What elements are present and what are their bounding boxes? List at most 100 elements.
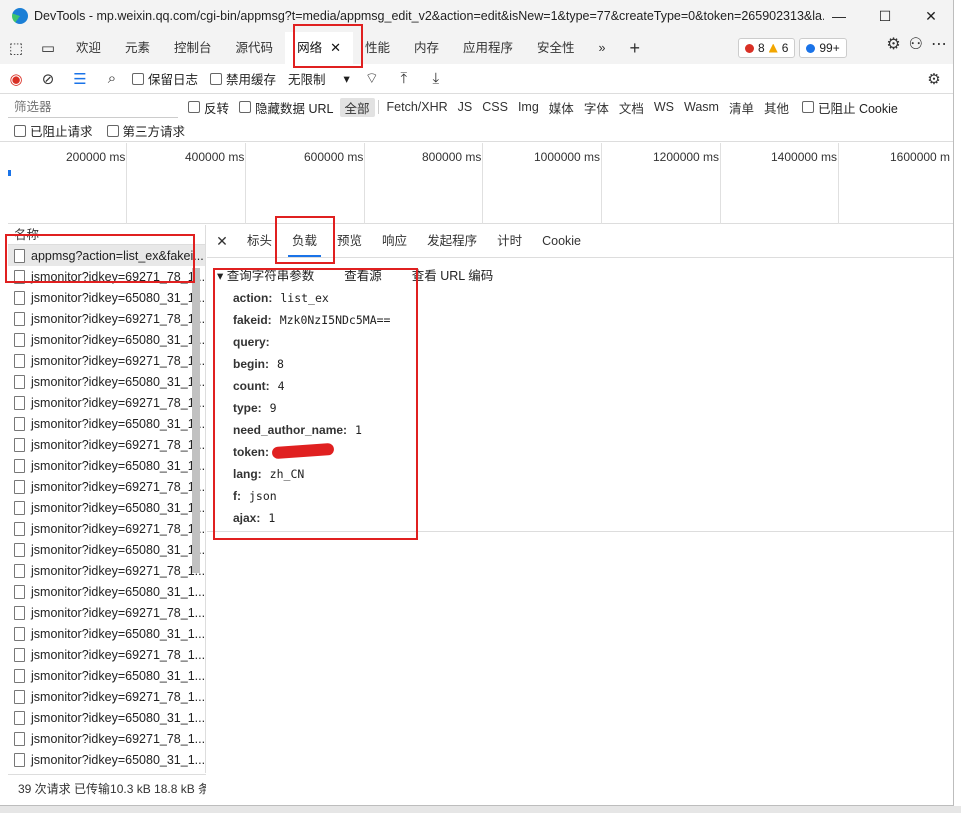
hide-data-url-label: 隐藏数据 URL <box>255 101 334 116</box>
filter-type-js[interactable]: JS <box>453 100 478 114</box>
checkbox-icon <box>210 72 223 85</box>
filter-type-font[interactable]: 字体 <box>579 98 614 117</box>
add-tab-icon[interactable]: + <box>618 32 653 64</box>
maximize-button[interactable]: ☐ <box>862 0 908 32</box>
filter-icon[interactable]: ☰ <box>64 70 96 88</box>
close-window-button[interactable]: ✕ <box>908 0 953 32</box>
request-row[interactable]: jsmonitor?idkey=65080_31_1... <box>8 581 205 602</box>
request-row[interactable]: jsmonitor?idkey=69271_78_1... <box>8 392 205 413</box>
window-controls: — ☐ ✕ <box>816 0 953 32</box>
file-icon <box>14 416 25 431</box>
tab-security[interactable]: 安全性 <box>525 32 587 64</box>
import-icon[interactable]: ⤒ <box>388 70 420 87</box>
filter-type-other[interactable]: 其他 <box>759 98 794 117</box>
invert-checkbox[interactable]: 反转 <box>188 98 229 117</box>
tab-cookies[interactable]: Cookie <box>532 225 591 258</box>
view-url-encoded-link[interactable]: 查看 URL 编码 <box>412 265 494 284</box>
request-row[interactable]: jsmonitor?idkey=65080_31_1... <box>8 371 205 392</box>
clear-icon[interactable]: ⊘ <box>32 70 64 88</box>
request-row[interactable]: jsmonitor?idkey=69271_78_1... <box>8 686 205 707</box>
tab-sources[interactable]: 源代码 <box>224 32 286 64</box>
blocked-cookies-checkbox[interactable]: 已阻止 Cookie <box>801 98 898 117</box>
filter-type-wasm[interactable]: Wasm <box>679 100 724 114</box>
tab-application[interactable]: 应用程序 <box>451 32 525 64</box>
request-row[interactable]: jsmonitor?idkey=65080_31_1... <box>8 539 205 560</box>
message-icon <box>806 43 816 53</box>
device-toolbar-icon[interactable]: ▭ <box>32 39 64 57</box>
tab-welcome[interactable]: 欢迎 <box>64 32 113 64</box>
request-row[interactable]: jsmonitor?idkey=69271_78_1... <box>8 434 205 455</box>
disable-cache-checkbox[interactable]: 禁用缓存 <box>210 69 276 88</box>
invert-label: 反转 <box>204 101 230 116</box>
error-badge[interactable]: 86 <box>738 38 796 58</box>
filter-type-media[interactable]: 媒体 <box>544 98 579 117</box>
tab-initiator[interactable]: 发起程序 <box>417 225 487 258</box>
request-row[interactable]: jsmonitor?idkey=69271_78_1... <box>8 308 205 329</box>
request-row[interactable]: jsmonitor?idkey=65080_31_1... <box>8 623 205 644</box>
request-row[interactable]: jsmonitor?idkey=69271_78_1... <box>8 644 205 665</box>
filter-input[interactable] <box>8 96 178 118</box>
close-details-icon[interactable]: ✕ <box>207 233 237 250</box>
request-row[interactable]: jsmonitor?idkey=65080_31_1... <box>8 749 205 770</box>
request-name: jsmonitor?idkey=69271_78_1... <box>31 437 205 452</box>
search-icon[interactable]: ⌕ <box>96 70 128 87</box>
window-title: DevTools - mp.weixin.qq.com/cgi-bin/appm… <box>34 9 824 23</box>
tab-timing[interactable]: 计时 <box>487 225 532 258</box>
file-icon <box>14 605 25 620</box>
inspect-icon[interactable]: ⬚ <box>0 39 32 57</box>
settings-icon[interactable]: ⚙ <box>886 34 900 54</box>
preserve-log-checkbox[interactable]: 保留日志 <box>132 69 198 88</box>
tick-label: 1000000 ms <box>534 150 601 164</box>
tick-line <box>126 143 127 224</box>
request-row[interactable]: jsmonitor?idkey=69271_78_1... <box>8 602 205 623</box>
filter-type-doc[interactable]: 文档 <box>614 98 649 117</box>
export-icon[interactable]: ⤓ <box>420 70 452 87</box>
request-row[interactable]: jsmonitor?idkey=65080_31_1... <box>8 413 205 434</box>
request-row[interactable]: jsmonitor?idkey=65080_31_1... <box>8 287 205 308</box>
status-bar: 39 次请求 已传输10.3 kB 18.8 kB 条 <box>8 774 206 802</box>
filter-type-manifest[interactable]: 清单 <box>724 98 759 117</box>
request-row[interactable]: jsmonitor?idkey=65080_31_1... <box>8 329 205 350</box>
request-name: jsmonitor?idkey=69271_78_1... <box>31 479 205 494</box>
request-row[interactable]: jsmonitor?idkey=69271_78_1... <box>8 518 205 539</box>
tab-response[interactable]: 响应 <box>372 225 417 258</box>
request-row[interactable]: jsmonitor?idkey=65080_31_1... <box>8 665 205 686</box>
tick-label: 600000 ms <box>304 150 364 164</box>
request-row[interactable]: jsmonitor?idkey=69271_78_1... <box>8 476 205 497</box>
tab-elements[interactable]: 元素 <box>113 32 162 64</box>
more-options-icon[interactable]: ⋯ <box>931 34 947 54</box>
tab-memory[interactable]: 内存 <box>402 32 451 64</box>
filter-type-ws[interactable]: WS <box>649 100 679 114</box>
annotation-box-network-tab <box>293 24 363 68</box>
minimize-button[interactable]: — <box>816 0 862 32</box>
throttling-select[interactable]: 无限制 ▾ <box>282 68 356 90</box>
request-row[interactable]: jsmonitor?idkey=65080_31_1... <box>8 497 205 518</box>
filter-type-img[interactable]: Img <box>513 100 544 114</box>
record-icon[interactable]: ◉ <box>0 70 32 88</box>
tab-console[interactable]: 控制台 <box>162 32 224 64</box>
request-row[interactable]: jsmonitor?idkey=65080_31_1... <box>8 455 205 476</box>
file-icon <box>14 437 25 452</box>
blocked-requests-checkbox[interactable]: 已阻止请求 <box>14 121 93 140</box>
more-tabs-icon[interactable]: » <box>587 32 618 64</box>
request-row[interactable]: jsmonitor?idkey=65080_31_1... <box>8 707 205 728</box>
request-name: jsmonitor?idkey=69271_78_1... <box>31 605 205 620</box>
hide-data-url-checkbox[interactable]: 隐藏数据 URL <box>239 98 334 117</box>
messages-badge[interactable]: 99+ <box>799 38 847 58</box>
request-row[interactable]: jsmonitor?idkey=69271_78_1... <box>8 350 205 371</box>
filter-type-fetch[interactable]: Fetch/XHR <box>382 100 453 114</box>
tick-line <box>720 143 721 224</box>
request-row[interactable]: jsmonitor?idkey=69271_78_1... <box>8 728 205 749</box>
customize-icon[interactable]: ⚇ <box>909 34 923 54</box>
third-party-checkbox[interactable]: 第三方请求 <box>106 121 185 140</box>
preserve-log-label: 保留日志 <box>148 73 199 87</box>
filter-type-css[interactable]: CSS <box>477 100 513 114</box>
request-row[interactable]: jsmonitor?idkey=69271_78_1... <box>8 560 205 581</box>
file-icon <box>14 584 25 599</box>
filter-type-all[interactable]: 全部 <box>339 97 375 117</box>
timeline-overview[interactable]: 200000 ms 400000 ms 600000 ms 800000 ms … <box>8 143 953 224</box>
network-settings-icon[interactable]: ⚙ <box>918 70 950 88</box>
tick-line <box>482 143 483 224</box>
wifi-icon[interactable]: ⌔ <box>356 69 388 88</box>
request-list-scrollbar[interactable] <box>192 268 200 573</box>
